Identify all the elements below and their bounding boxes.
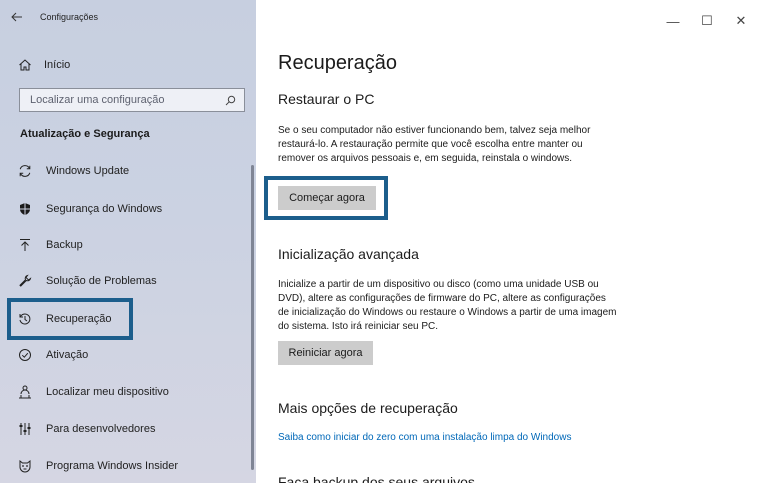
sidebar-item-label: Localizar meu dispositivo — [46, 386, 169, 398]
sidebar-item-label: Recuperação — [46, 313, 112, 325]
backup-arrow-icon — [18, 238, 32, 252]
settings-window: Configurações Início Localizar uma confi… — [0, 0, 758, 483]
insider-cat-icon — [18, 459, 32, 473]
window-controls: — ☐ ✕ — [656, 8, 758, 34]
sidebar-item-windows-security[interactable]: Segurança do Windows — [18, 198, 162, 220]
sidebar-item-label: Backup — [46, 239, 83, 251]
sidebar-item-insider[interactable]: Programa Windows Insider — [18, 455, 178, 477]
sidebar-item-label: Ativação — [46, 349, 89, 361]
close-button[interactable]: ✕ — [724, 8, 758, 34]
sidebar-item-label: Programa Windows Insider — [46, 460, 179, 472]
sidebar: Configurações Início Localizar uma confi… — [0, 0, 256, 483]
search-input[interactable]: Localizar uma configuração — [19, 88, 245, 112]
more-options-heading: Mais opções de recuperação — [278, 400, 458, 416]
home-icon — [19, 59, 31, 71]
sidebar-item-troubleshoot[interactable]: Solução de Problemas — [18, 270, 157, 292]
history-icon — [18, 312, 32, 326]
sidebar-item-activation[interactable]: Ativação — [18, 344, 88, 366]
page-title: Recuperação — [278, 52, 397, 74]
clean-install-link[interactable]: Saiba como iniciar do zero com uma insta… — [278, 432, 571, 443]
sync-icon — [18, 164, 32, 178]
sidebar-item-backup[interactable]: Backup — [18, 234, 83, 256]
arrow-left-icon — [11, 12, 22, 22]
app-title: Configurações — [40, 12, 99, 22]
dev-tools-icon — [18, 422, 32, 436]
main-content: — ☐ ✕ Recuperação Restaurar o PC Se o se… — [256, 0, 758, 483]
start-now-button[interactable]: Começar agora — [278, 186, 376, 210]
sidebar-item-windows-update[interactable]: Windows Update — [18, 160, 129, 182]
check-circle-icon — [18, 348, 32, 362]
sidebar-item-label: Para desenvolvedores — [46, 423, 156, 435]
search-icon — [225, 95, 236, 106]
search-placeholder: Localizar uma configuração — [30, 94, 165, 106]
sidebar-scrollbar[interactable] — [251, 165, 254, 470]
backup-files-heading: Faça backup dos seus arquivos — [278, 474, 475, 483]
reset-description: Se o seu computador não estiver funciona… — [278, 125, 591, 164]
minimize-button[interactable]: — — [656, 8, 690, 34]
person-pin-icon — [18, 385, 32, 399]
reset-heading: Restaurar o PC — [278, 91, 375, 107]
sidebar-item-recovery[interactable]: Recuperação — [18, 308, 111, 330]
sidebar-item-developers[interactable]: Para desenvolvedores — [18, 418, 155, 440]
sidebar-item-label: Windows Update — [46, 165, 130, 177]
wrench-icon — [18, 274, 32, 288]
advanced-startup-description: Inicialize a partir de um dispositivo ou… — [278, 279, 617, 332]
back-button[interactable] — [0, 0, 34, 34]
nav-home-label: Início — [44, 59, 71, 71]
maximize-button[interactable]: ☐ — [690, 8, 724, 34]
title-bar: Configurações — [0, 0, 256, 34]
sidebar-item-find-device[interactable]: Localizar meu dispositivo — [18, 381, 169, 403]
restart-now-button[interactable]: Reiniciar agora — [278, 341, 373, 365]
sidebar-item-label: Segurança do Windows — [46, 203, 163, 215]
sidebar-item-label: Solução de Problemas — [46, 275, 157, 287]
nav-home[interactable]: Início — [18, 55, 70, 75]
shield-icon — [18, 202, 32, 216]
advanced-startup-heading: Inicialização avançada — [278, 246, 419, 262]
section-title: Atualização e Segurança — [20, 128, 150, 140]
